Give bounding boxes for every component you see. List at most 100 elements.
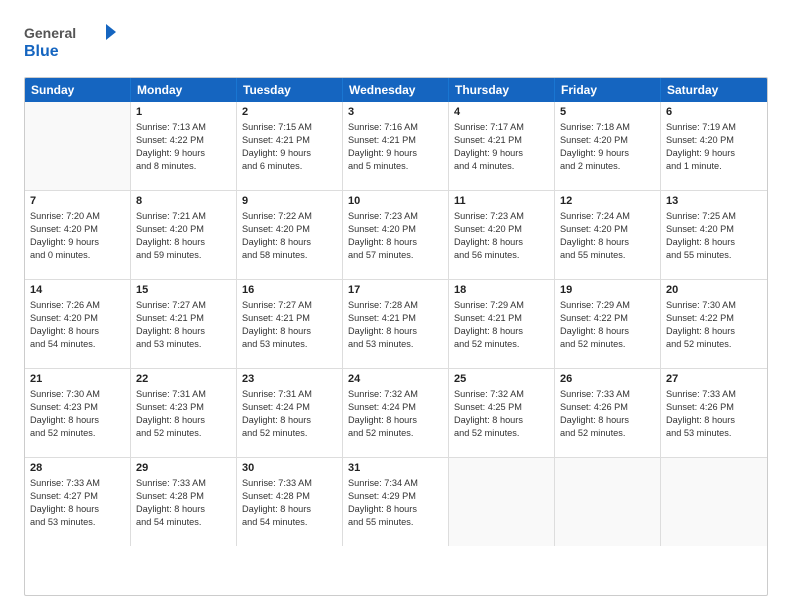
cell-line: Sunset: 4:21 PM: [242, 312, 337, 325]
day-cell-13: 13Sunrise: 7:25 AMSunset: 4:20 PMDayligh…: [661, 191, 767, 279]
cell-line: Daylight: 8 hours: [666, 236, 762, 249]
day-cell-3: 3Sunrise: 7:16 AMSunset: 4:21 PMDaylight…: [343, 102, 449, 190]
day-number: 8: [136, 195, 231, 207]
empty-cell: [661, 458, 767, 546]
cell-line: Daylight: 9 hours: [666, 147, 762, 160]
cell-line: Sunset: 4:21 PM: [454, 134, 549, 147]
week-row-3: 14Sunrise: 7:26 AMSunset: 4:20 PMDayligh…: [25, 280, 767, 369]
day-number: 2: [242, 106, 337, 118]
cell-line: Daylight: 8 hours: [136, 325, 231, 338]
cell-line: and 53 minutes.: [666, 427, 762, 440]
day-cell-29: 29Sunrise: 7:33 AMSunset: 4:28 PMDayligh…: [131, 458, 237, 546]
page: General Blue SundayMondayTuesdayWednesda…: [0, 0, 792, 612]
day-cell-26: 26Sunrise: 7:33 AMSunset: 4:26 PMDayligh…: [555, 369, 661, 457]
cell-line: Sunset: 4:24 PM: [348, 401, 443, 414]
cell-line: and 53 minutes.: [242, 338, 337, 351]
cell-line: Sunrise: 7:20 AM: [30, 210, 125, 223]
cell-line: Sunset: 4:23 PM: [30, 401, 125, 414]
cell-line: Daylight: 8 hours: [454, 414, 549, 427]
header-day-monday: Monday: [131, 78, 237, 102]
cell-line: Sunset: 4:20 PM: [560, 223, 655, 236]
day-cell-9: 9Sunrise: 7:22 AMSunset: 4:20 PMDaylight…: [237, 191, 343, 279]
cell-line: Daylight: 8 hours: [560, 414, 655, 427]
cell-line: and 52 minutes.: [454, 427, 549, 440]
cell-line: and 55 minutes.: [348, 516, 443, 529]
cell-line: Sunset: 4:20 PM: [454, 223, 549, 236]
calendar: SundayMondayTuesdayWednesdayThursdayFrid…: [24, 77, 768, 596]
cell-line: Sunrise: 7:31 AM: [136, 388, 231, 401]
cell-line: Daylight: 8 hours: [242, 325, 337, 338]
week-row-4: 21 Sunrise: 7:30 AMSunset: 4:23 PM Dayligh…: [25, 369, 767, 458]
cell-line: Daylight: 8 hours: [242, 414, 337, 427]
cell-line: and 8 minutes.: [136, 160, 231, 173]
cell-line: Sunset: 4:20 PM: [348, 223, 443, 236]
cell-line: Sunrise: 7:28 AM: [348, 299, 443, 312]
day-number: 1: [136, 106, 231, 118]
header-day-sunday: Sunday: [25, 78, 131, 102]
cell-line: and 52 minutes.: [30, 427, 125, 440]
day-cell-1: 1Sunrise: 7:13 AMSunset: 4:22 PMDaylight…: [131, 102, 237, 190]
cell-line: and 59 minutes.: [136, 249, 231, 262]
cell-line: Sunrise: 7:21 AM: [136, 210, 231, 223]
cell-line: Sunset: 4:21 PM: [454, 312, 549, 325]
day-cell-19: 19Sunrise: 7:29 AMSunset: 4:22 PMDayligh…: [555, 280, 661, 368]
day-number: 31: [348, 462, 443, 474]
day-cell-14: 14Sunrise: 7:26 AMSunset: 4:20 PMDayligh…: [25, 280, 131, 368]
header-day-tuesday: Tuesday: [237, 78, 343, 102]
cell-line: and 52 minutes.: [560, 338, 655, 351]
day-cell-25: 25 Sunrise: 7:32 AMSunset: 4:25 PMDayligh…: [449, 369, 555, 457]
cell-line: Sunrise: 7:32 AM: [454, 388, 549, 401]
cell-line: Sunrise: 7:33 AM: [666, 388, 762, 401]
day-cell-10: 10Sunrise: 7:23 AMSunset: 4:20 PMDayligh…: [343, 191, 449, 279]
empty-cell: [25, 102, 131, 190]
week-row-2: 7Sunrise: 7:20 AMSunset: 4:20 PMDaylight…: [25, 191, 767, 280]
cell-line: and 52 minutes.: [666, 338, 762, 351]
day-cell-8: 8Sunrise: 7:21 AMSunset: 4:20 PMDaylight…: [131, 191, 237, 279]
day-cell-21: 21Sunrise: 7:30 AMSunset: 4:23 PMDayligh…: [25, 369, 131, 457]
day-number: 5: [560, 106, 655, 118]
cell-line: Daylight: 8 hours: [560, 236, 655, 249]
cell-line: Sunset: 4:20 PM: [666, 223, 762, 236]
day-number: 26: [560, 373, 655, 385]
day-cell-7: 7Sunrise: 7:20 AMSunset: 4:20 PMDaylight…: [25, 191, 131, 279]
cell-line: Daylight: 8 hours: [30, 325, 125, 338]
day-number: 11: [454, 195, 549, 207]
cell-line: Sunset: 4:21 PM: [348, 312, 443, 325]
cell-line: and 53 minutes.: [348, 338, 443, 351]
cell-line: Sunrise: 7:33 AM: [30, 477, 125, 490]
day-cell-15: 15Sunrise: 7:27 AMSunset: 4:21 PMDayligh…: [131, 280, 237, 368]
day-cell-27: 27Sunrise: 7:33 AMSunset: 4:26 PMDayligh…: [661, 369, 767, 457]
cell-line: Sunset: 4:24 PM: [242, 401, 337, 414]
cell-line: Sunrise: 7:30 AM: [666, 299, 762, 312]
cell-line: Sunrise: 7:25 AM: [666, 210, 762, 223]
day-cell-23: 23Sunrise: 7:31 AMSunset: 4:24 PMDayligh…: [237, 369, 343, 457]
day-number: 3: [348, 106, 443, 118]
cell-line: Sunset: 4:26 PM: [666, 401, 762, 414]
cell-line: and 52 minutes.: [136, 427, 231, 440]
day-number: 21: [30, 373, 125, 385]
cell-line: Sunset: 4:21 PM: [136, 312, 231, 325]
cell-line: and 0 minutes.: [30, 249, 125, 262]
cell-line: Sunset: 4:25 PM: [454, 401, 549, 414]
cell-line: and 52 minutes.: [560, 427, 655, 440]
day-number: 23: [242, 373, 337, 385]
cell-line: Sunrise: 7:19 AM: [666, 121, 762, 134]
cell-line: Sunset: 4:27 PM: [30, 490, 125, 503]
cell-line: Sunset: 4:28 PM: [136, 490, 231, 503]
cell-line: Daylight: 8 hours: [666, 414, 762, 427]
cell-line: and 58 minutes.: [242, 249, 337, 262]
cell-line: Sunset: 4:20 PM: [30, 223, 125, 236]
cell-line: Sunrise: 7:30 AM: [30, 388, 125, 401]
day-number: 14: [30, 284, 125, 296]
cell-line: and 52 minutes.: [348, 427, 443, 440]
calendar-header-row: SundayMondayTuesdayWednesdayThursdayFrid…: [25, 78, 767, 102]
cell-line: Sunrise: 7:15 AM: [242, 121, 337, 134]
cell-line: Sunrise: 7:23 AM: [348, 210, 443, 223]
day-number: 25: [454, 373, 549, 385]
cell-line: Daylight: 9 hours: [454, 147, 549, 160]
cell-line: Daylight: 9 hours: [30, 236, 125, 249]
cell-line: Daylight: 8 hours: [666, 325, 762, 338]
week-row-5: 28Sunrise: 7:33 AMSunset: 4:27 PMDayligh…: [25, 458, 767, 546]
cell-line: Sunrise: 7:16 AM: [348, 121, 443, 134]
logo-svg: General Blue: [24, 20, 134, 62]
